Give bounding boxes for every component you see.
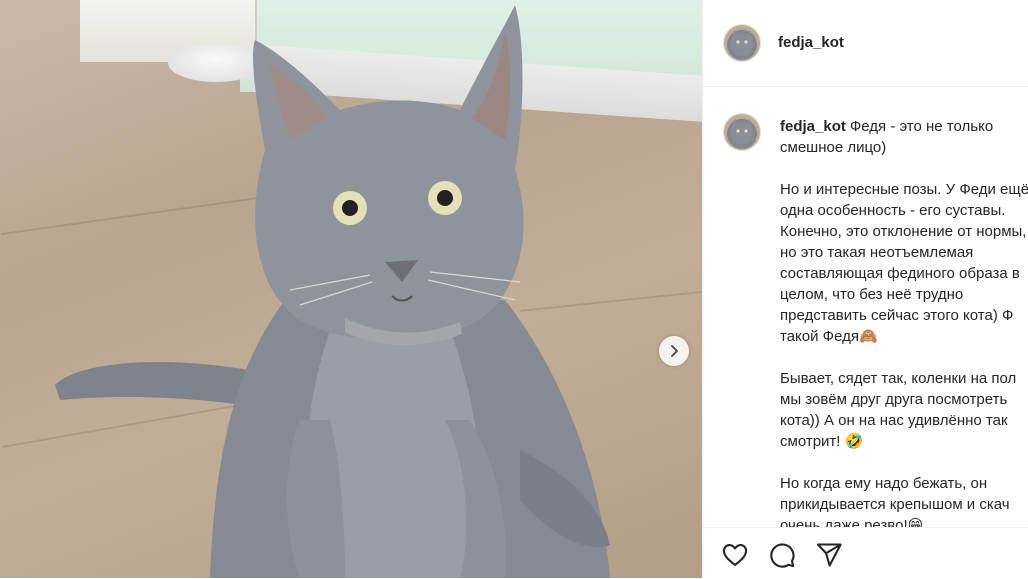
caption-line: Конечно, это отклонение от нормы,: [780, 223, 1027, 240]
cat-avatar-icon: [731, 30, 753, 55]
header-username-link[interactable]: fedja_kot: [778, 34, 844, 51]
post-header: fedja_kot: [703, 0, 1028, 87]
post-details-panel: fedja_kot fedja_kot Федя - это не только …: [702, 0, 1028, 579]
caption-line: целом, что без неё трудно: [780, 286, 964, 303]
caption-paragraph: fedja_kot Федя - это не только смешное ли…: [780, 116, 1028, 158]
caption-paragraph: Но и интересные позы. У Феди ещё одна ос…: [780, 179, 1028, 347]
caption-line: прикидывается крепышом и скач: [780, 496, 1010, 513]
comment-button[interactable]: [768, 541, 796, 569]
caption-line: такой Федя🙈: [780, 328, 878, 345]
post-actions-bar: [703, 527, 1028, 579]
caption-line: представить сейчас этого кота) Ф: [780, 307, 1014, 324]
cat-avatar-icon: [731, 119, 753, 144]
caption-line: но это такая неотъемлемая: [780, 244, 974, 261]
caption-line: Но и интересные позы. У Феди ещё: [780, 181, 1028, 198]
caption-line: Бывает, сядет так, коленки на пол: [780, 370, 1017, 387]
caption-line: одна особенность - его суставы.: [780, 202, 1006, 219]
next-photo-button[interactable]: [659, 336, 689, 366]
avatar[interactable]: [723, 24, 761, 62]
caption-paragraph: Но когда ему надо бежать, он прикидывает…: [780, 473, 1028, 527]
cat-image: [55, 5, 610, 578]
caption-line: очень даже резво!😁: [780, 517, 924, 527]
heart-icon: [722, 544, 748, 566]
caption-line: Федя - это не только: [849, 118, 994, 135]
caption-line: Но когда ему надо бежать, он: [780, 475, 988, 492]
caption-text: fedja_kot Федя - это не только смешное ли…: [780, 116, 1028, 527]
caption-line: смотрит! 🤣: [780, 433, 864, 450]
like-button[interactable]: [721, 541, 749, 569]
caption-paragraph: Бывает, сядет так, коленки на пол мы зов…: [780, 368, 1028, 452]
caption-line: мы зовём друг друга посмотреть: [780, 391, 1008, 408]
share-button[interactable]: [815, 541, 843, 569]
caption-area: fedja_kot Федя - это не только смешное ли…: [703, 87, 1028, 527]
caption-line: составляющая фединого образа в: [780, 265, 1020, 282]
share-paper-plane-icon: [816, 543, 842, 567]
caption-username-link[interactable]: fedja_kot: [780, 118, 846, 135]
chevron-right-icon: [671, 345, 678, 357]
avatar[interactable]: [723, 113, 761, 151]
post-photo[interactable]: [0, 0, 702, 578]
caption-line: смешное лицо): [780, 139, 887, 156]
comment-icon: [770, 543, 795, 568]
caption-line: кота)) А он на нас удивлённо так: [780, 412, 1008, 429]
